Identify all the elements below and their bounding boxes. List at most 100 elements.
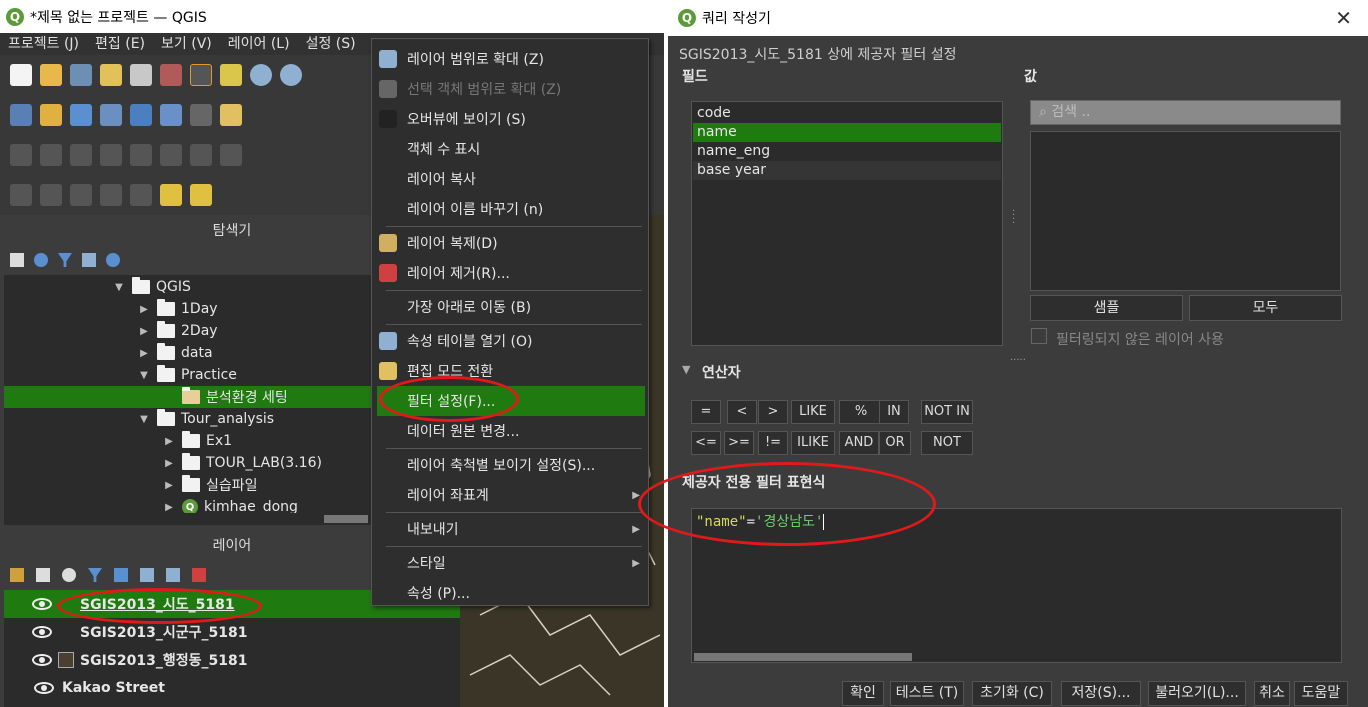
visibility-eye-icon[interactable]	[32, 654, 52, 666]
browser-item[interactable]: ▶ data	[4, 342, 372, 364]
map-tips-icon[interactable]	[130, 184, 152, 206]
operator-button[interactable]: =	[691, 400, 721, 424]
ok-button[interactable]: 확인	[842, 681, 884, 706]
add-group-icon[interactable]	[36, 568, 50, 582]
menu-item[interactable]: 데이터 원본 변경...	[372, 416, 648, 446]
collapsed-arrow-icon[interactable]: ▶	[137, 304, 151, 315]
layout-icon[interactable]	[100, 64, 122, 86]
menu-item[interactable]: 레이어 이름 바꾸기 (n)	[372, 194, 648, 224]
digitize-tool-7-icon[interactable]	[190, 144, 212, 166]
cancel-button[interactable]: 취소	[1254, 681, 1290, 706]
load-button[interactable]: 불러오기(L)...	[1148, 681, 1246, 706]
menu-settings[interactable]: 설정 (S)	[298, 33, 364, 55]
browser-item[interactable]: 분석환경 세팅	[4, 386, 372, 408]
menu-item[interactable]: 속성 (P)...	[372, 578, 648, 608]
sample-button[interactable]: 샘플	[1030, 295, 1183, 321]
browser-scrollbar[interactable]	[4, 513, 372, 525]
refresh-icon[interactable]	[34, 253, 48, 267]
expand-all-icon[interactable]	[140, 568, 154, 582]
field-item[interactable]: name_eng	[693, 142, 1001, 161]
add-vector-icon[interactable]	[10, 104, 32, 126]
browser-item[interactable]: ▼ QGIS	[4, 276, 372, 298]
splitter-handle-vertical[interactable]: · · · ·	[1012, 207, 1015, 229]
all-button[interactable]: 모두	[1189, 295, 1342, 321]
browser-item[interactable]: ▶ Ex1	[4, 430, 372, 452]
collapsed-arrow-icon[interactable]: ▶	[137, 326, 151, 337]
digitize-tool-3-icon[interactable]	[70, 144, 92, 166]
digitize-tool-1-icon[interactable]	[10, 144, 32, 166]
reset-button[interactable]: 초기화 (C)	[972, 681, 1052, 706]
browser-item[interactable]: ▼ Tour_analysis	[4, 408, 372, 430]
collapsed-arrow-icon[interactable]: ▶	[162, 502, 176, 513]
digitize-tool-6-icon[interactable]	[160, 144, 182, 166]
annotation-icon[interactable]	[100, 184, 122, 206]
menu-layer[interactable]: 레이어 (L)	[220, 33, 298, 55]
help-button[interactable]: 도움말	[1294, 681, 1348, 706]
expanded-arrow-icon[interactable]: ▼	[137, 414, 151, 425]
layer-item[interactable]: SGIS2013_시군구_5181	[4, 618, 460, 646]
expanded-arrow-icon[interactable]: ▼	[112, 282, 126, 293]
field-item[interactable]: name	[693, 123, 1001, 142]
pan-to-selection-icon[interactable]	[220, 64, 242, 86]
operator-button[interactable]: LIKE	[791, 400, 835, 424]
operator-button[interactable]: <	[727, 400, 757, 424]
pan-hand-icon[interactable]	[190, 64, 212, 86]
values-list[interactable]	[1030, 131, 1341, 291]
browser-item[interactable]: ▶ TOUR_LAB(3.16)	[4, 452, 372, 474]
operator-button[interactable]: <=	[691, 431, 721, 455]
collapsed-arrow-icon[interactable]: ▶	[162, 458, 176, 469]
menu-item[interactable]: 스타일 ▶	[372, 548, 648, 578]
test-button[interactable]: 테스트 (T)	[890, 681, 964, 706]
select-features-icon[interactable]	[160, 184, 182, 206]
layer-item[interactable]: SGIS2013_행정동_5181	[4, 646, 460, 674]
digitize-tool-5-icon[interactable]	[130, 144, 152, 166]
zoom-in-icon[interactable]	[250, 64, 272, 86]
browser-item[interactable]: ▼ Practice	[4, 364, 372, 386]
add-point-icon[interactable]	[70, 104, 92, 126]
operator-button[interactable]: AND	[839, 431, 879, 455]
filter-legend-icon[interactable]	[88, 568, 102, 582]
menu-item[interactable]: 객체 수 표시	[372, 134, 648, 164]
filter-icon[interactable]	[58, 253, 72, 267]
menu-project[interactable]: 프로젝트 (J)	[0, 33, 87, 55]
expanded-arrow-icon[interactable]: ▼	[137, 370, 151, 381]
menu-edit[interactable]: 편집 (E)	[87, 33, 153, 55]
manage-visibility-icon[interactable]	[62, 568, 76, 582]
open-project-icon[interactable]	[40, 64, 62, 86]
select-tool-icon[interactable]	[10, 184, 32, 206]
splitter-handle-horizontal[interactable]: ·····	[1010, 355, 1026, 366]
info-icon[interactable]	[106, 253, 120, 267]
save-project-icon[interactable]	[70, 64, 92, 86]
zoom-out-icon[interactable]	[280, 64, 302, 86]
operator-button[interactable]: ILIKE	[791, 431, 835, 455]
menu-item[interactable]: 속성 테이블 열기 (O)	[372, 326, 648, 356]
visibility-eye-icon[interactable]	[32, 598, 52, 610]
digitize-tool-4-icon[interactable]	[100, 144, 122, 166]
menu-item[interactable]: 내보내기 ▶	[372, 514, 648, 544]
layout-manager-icon[interactable]	[130, 64, 152, 86]
digitize-tool-2-icon[interactable]	[40, 144, 62, 166]
identify-icon[interactable]	[40, 184, 62, 206]
measure-icon[interactable]	[70, 184, 92, 206]
remove-layer-icon[interactable]	[192, 568, 206, 582]
new-project-icon[interactable]	[10, 64, 32, 86]
layer-item[interactable]: Kakao Street	[4, 674, 460, 702]
visibility-eye-icon[interactable]	[32, 626, 52, 638]
csv-icon[interactable]	[160, 104, 182, 126]
collapsed-arrow-icon[interactable]: ▶	[162, 480, 176, 491]
menu-item[interactable]: 가장 아래로 이동 (B)	[372, 292, 648, 322]
attribute-table-icon[interactable]	[190, 184, 212, 206]
add-polygon-icon[interactable]	[130, 104, 152, 126]
operator-button[interactable]: IN	[879, 400, 909, 424]
save-button[interactable]: 저장(S)...	[1061, 681, 1141, 706]
style-layer-icon[interactable]	[10, 568, 24, 582]
menu-item[interactable]: 레이어 복사	[372, 164, 648, 194]
digitize-icon[interactable]	[190, 104, 212, 126]
menu-item[interactable]: 레이어 복제(D)	[372, 228, 648, 258]
field-item[interactable]: code	[693, 104, 1001, 123]
browser-item[interactable]: ▶ 2Day	[4, 320, 372, 342]
operator-button[interactable]: >	[758, 400, 788, 424]
menu-view[interactable]: 보기 (V)	[153, 33, 220, 55]
expression-scrollbar[interactable]	[692, 652, 1341, 662]
menu-item[interactable]: 레이어 축척별 보이기 설정(S)...	[372, 450, 648, 480]
